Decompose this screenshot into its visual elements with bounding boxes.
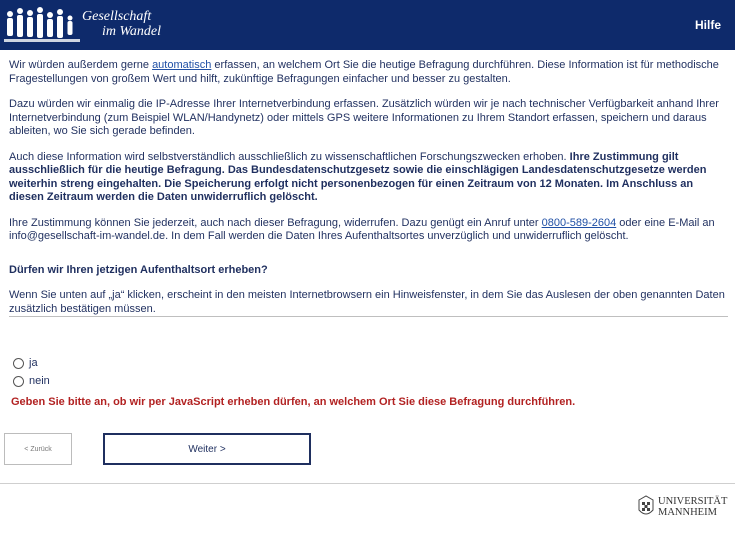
radio-label-ja: ja [29,357,38,369]
back-button[interactable]: < Zurück [4,433,72,465]
phone-link[interactable]: 0800-589-2604 [542,217,617,229]
paragraph-5: Wenn Sie unten auf „ja“ klicken, erschei… [9,289,725,315]
people-silhouettes-icon [4,7,80,42]
university-name: UNIVERSITÄT MANNHEIM [658,496,727,518]
radio-label-nein: nein [29,375,50,387]
footer-divider [0,483,735,484]
p4-text-before: Ihre Zustimmung können Sie jederzeit, au… [9,216,542,229]
divider [9,316,728,317]
radio-option-nein[interactable]: nein [13,375,50,387]
paragraph-1: Wir würden außerdem gerne automatisch er… [9,59,725,86]
error-message: Geben Sie bitte an, ob wir per JavaScrip… [11,396,576,408]
logo-line1: Gesellschaft [82,9,152,24]
next-button[interactable]: Weiter > [103,433,311,465]
info-text: Wir würden außerdem gerne automatisch er… [9,59,725,328]
universitaet-mannheim-logo: UNIVERSITÄT MANNHEIM [637,494,727,520]
p1-text-before: Wir würden außerdem gerne [9,59,153,71]
logo-line2: im Wandel [102,24,161,39]
gesellschaft-im-wandel-logo: Gesellschaft im Wandel [0,0,200,50]
header-bar: Gesellschaft im Wandel Hilfe [0,0,735,50]
question-heading: Dürfen wir Ihren jetzigen Aufenthaltsort… [9,263,268,276]
radio-button-ja[interactable] [13,357,24,369]
uni-line2: MANNHEIM [658,507,717,518]
uni-line1: UNIVERSITÄT [658,496,728,507]
radio-button-nein[interactable] [13,375,24,387]
radio-option-ja[interactable]: ja [13,357,38,369]
logo-text: Gesellschaft im Wandel [82,9,161,39]
paragraph-2: Dazu würden wir einmalig die IP-Adresse … [9,98,719,137]
p3-text: Auch diese Information wird selbstverstä… [9,150,570,163]
paragraph-3: Auch diese Information wird selbstverstä… [9,151,725,205]
university-seal-icon [638,495,654,515]
help-link[interactable]: Hilfe [695,18,721,32]
paragraph-4: Ihre Zustimmung können Sie jederzeit, au… [9,217,725,244]
automatisch-link[interactable]: automatisch [152,59,211,71]
